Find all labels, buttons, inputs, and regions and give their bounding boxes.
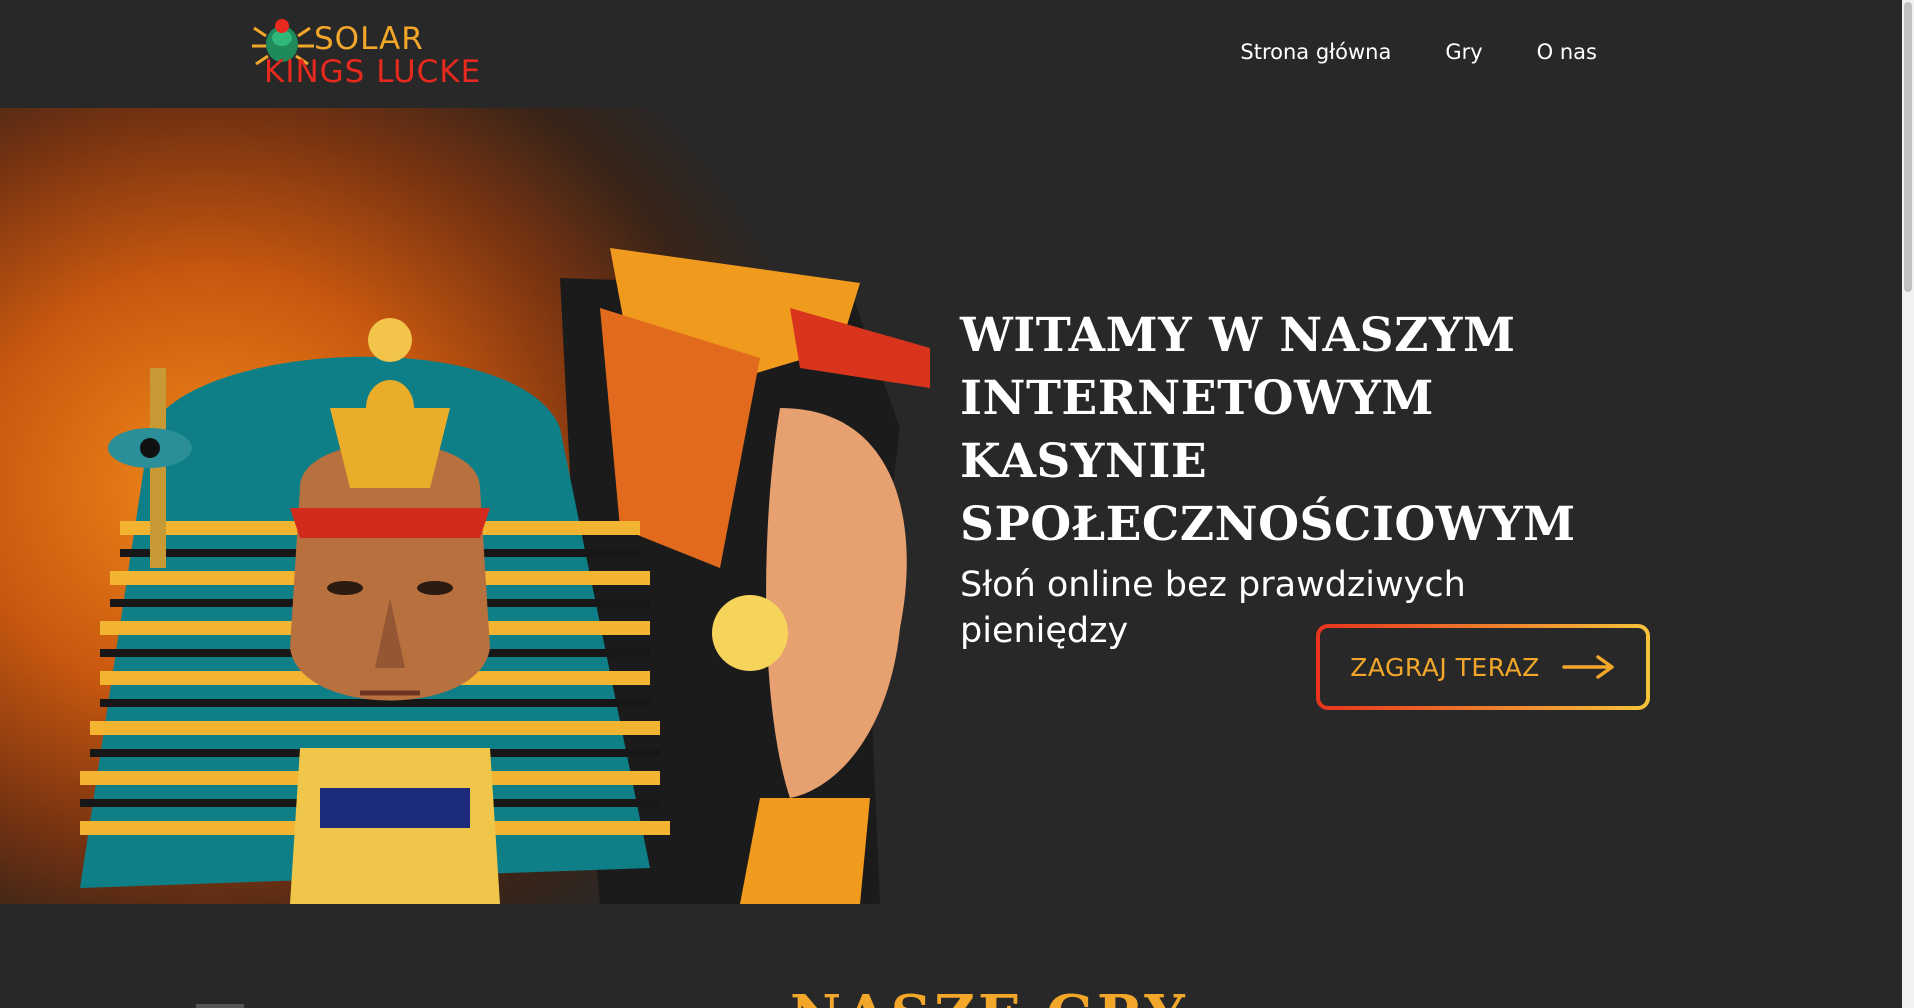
site-logo[interactable]: SOLAR KINGS LUCKE <box>250 14 490 90</box>
hero-text: WITAMY W NASZYM INTERNETOWYM KASYNIE SPO… <box>960 304 1680 654</box>
pharaoh-cleopatra-illustration <box>80 248 930 904</box>
site-header: SOLAR KINGS LUCKE Strona główna Gry O na… <box>0 0 1902 108</box>
nav-link-home[interactable]: Strona główna <box>1240 40 1391 64</box>
play-now-button[interactable]: ZAGRAJ TERAZ <box>1316 624 1650 710</box>
scrollbar-thumb[interactable] <box>1904 2 1912 292</box>
divider <box>196 1004 244 1008</box>
hero-section: WITAMY W NASZYM INTERNETOWYM KASYNIE SPO… <box>0 108 1902 904</box>
page-scrollbar[interactable] <box>1902 0 1914 1008</box>
main-nav: Strona główna Gry O nas <box>1240 40 1597 64</box>
arrow-right-icon <box>1562 655 1614 679</box>
logo-line-2: KINGS LUCKE <box>264 54 482 90</box>
nav-link-games[interactable]: Gry <box>1445 40 1482 64</box>
nav-link-about[interactable]: O nas <box>1537 40 1597 64</box>
games-section-title: NASZE GRY <box>790 988 1188 1008</box>
logo-line-1: SOLAR <box>314 21 424 57</box>
hero-title: WITAMY W NASZYM INTERNETOWYM KASYNIE SPO… <box>960 308 1576 552</box>
play-now-label: ZAGRAJ TERAZ <box>1350 652 1540 682</box>
